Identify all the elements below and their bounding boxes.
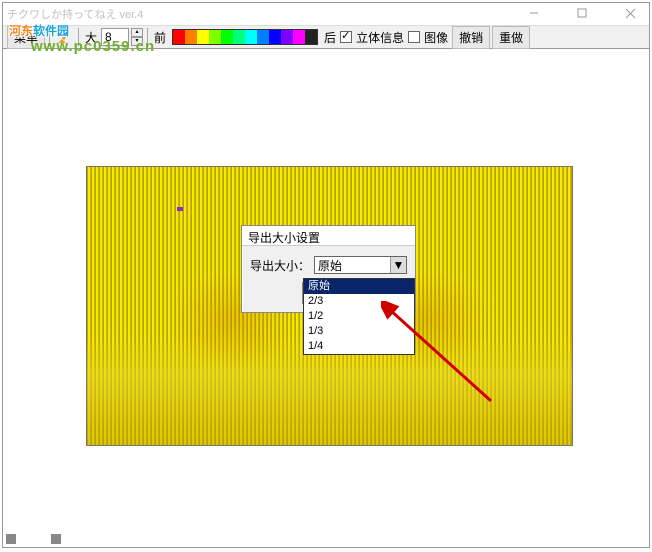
size-spinner[interactable]: ▴▾ <box>131 28 143 46</box>
stereo-label: 立体信息 <box>354 29 406 46</box>
dropdown-option[interactable]: 2/3 <box>304 294 414 309</box>
chevron-down-icon: ▼ <box>390 257 406 273</box>
color-palette[interactable] <box>172 29 318 45</box>
separator <box>49 28 50 46</box>
toolbar: 菜单 大 ▴▾ 前 后 立体信息 图像 撤销 重做 <box>3 25 649 49</box>
dropdown-option[interactable]: 原始 <box>304 279 414 294</box>
dropdown-option[interactable]: 1/2 <box>304 309 414 324</box>
export-size-dropdown[interactable]: 原始 2/3 1/2 1/3 1/4 <box>303 278 415 355</box>
back-label: 后 <box>322 29 338 46</box>
image-label: 图像 <box>422 29 450 46</box>
resize-handle[interactable] <box>6 534 16 544</box>
redo-button[interactable]: 重做 <box>492 26 530 49</box>
undo-button[interactable]: 撤销 <box>452 26 490 49</box>
image-checkbox[interactable] <box>408 31 420 43</box>
separator <box>147 28 148 46</box>
front-label: 前 <box>152 29 168 46</box>
stereo-checkbox[interactable] <box>340 31 352 43</box>
titlebar: チクワしか持ってねえ ver.4 <box>3 3 649 25</box>
close-button[interactable] <box>615 3 645 23</box>
window-title: チクワしか持ってねえ ver.4 <box>7 6 143 22</box>
minimize-button[interactable] <box>519 3 549 23</box>
combo-value: 原始 <box>318 257 342 274</box>
size-input[interactable] <box>101 28 129 46</box>
brush-icon[interactable] <box>54 27 74 47</box>
dialog-title: 导出大小设置 <box>242 226 415 246</box>
dropdown-option[interactable]: 1/3 <box>304 324 414 339</box>
maximize-button[interactable] <box>567 3 597 23</box>
export-size-label: 导出大小： <box>250 257 310 274</box>
size-label: 大 <box>83 29 99 46</box>
menu-button[interactable]: 菜单 <box>7 26 45 49</box>
cursor-mark <box>177 207 183 211</box>
export-size-combo[interactable]: 原始 ▼ <box>314 256 407 274</box>
dropdown-option[interactable]: 1/4 <box>304 339 414 354</box>
separator <box>78 28 79 46</box>
resize-handle[interactable] <box>51 534 61 544</box>
